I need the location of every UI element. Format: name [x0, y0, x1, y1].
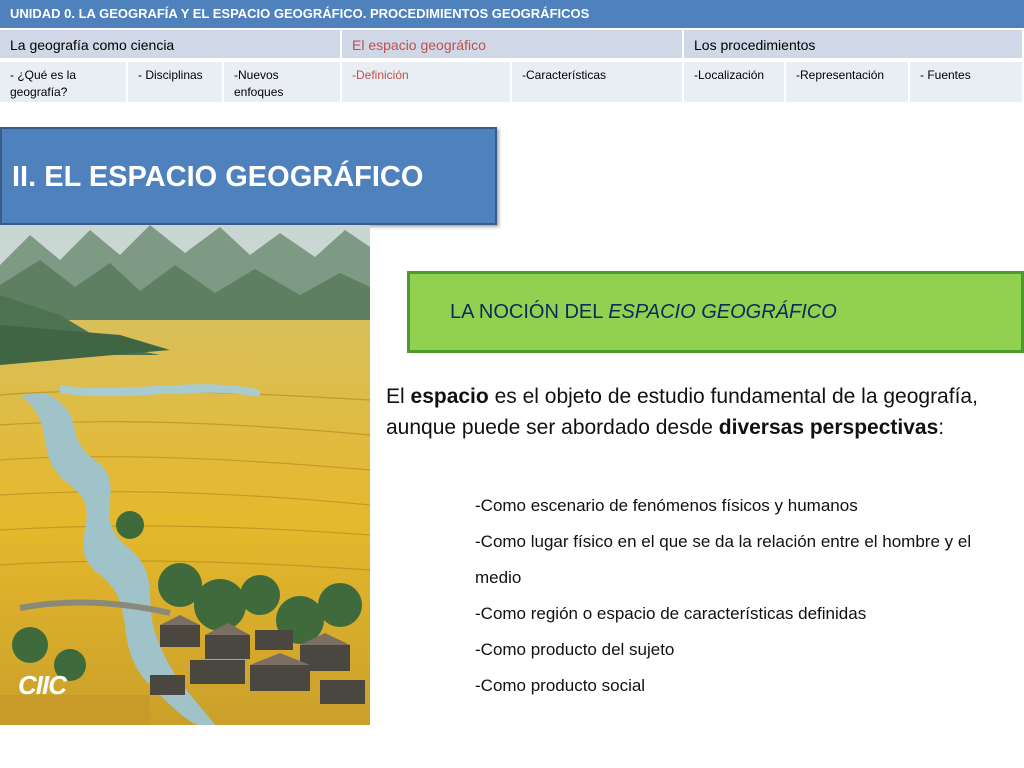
list-item: -Como producto del sujeto [475, 640, 675, 659]
list-item: -Como región o espacio de característica… [475, 604, 867, 623]
perspectives-list: -Como escenario de fenómenos físicos y h… [475, 488, 1005, 704]
list-item: -Como escenario de fenómenos físicos y h… [475, 496, 858, 515]
nav-section-espacio-geografico[interactable]: El espacio geográfico [342, 30, 684, 60]
subtitle-text: LA NOCIÓN DEL [450, 301, 609, 323]
intro-paragraph: El espacio es el objeto de estudio funda… [386, 381, 986, 443]
intro-text-1: El [386, 385, 411, 408]
nav-sub-definicion[interactable]: -Definición [342, 62, 512, 104]
list-item: -Como lugar físico en el que se da la re… [475, 532, 972, 587]
landscape-photo: CIIC [0, 225, 370, 725]
intro-bold-perspectivas: diversas perspectivas [718, 416, 939, 439]
slide-title: II. EL ESPACIO GEOGRÁFICO [0, 127, 497, 225]
nav-sub-fuentes[interactable]: - Fuentes [910, 62, 1024, 104]
nav-sub-representacion[interactable]: -Representación [786, 62, 910, 104]
nav-sub-disciplinas[interactable]: - Disciplinas [128, 62, 224, 104]
section-subtitle-box: LA NOCIÓN DEL ESPACIO GEOGRÁFICO [407, 271, 1024, 353]
nav-sub-nuevos-enfoques[interactable]: -Nuevos enfoques [224, 62, 342, 104]
nav-sub-localizacion[interactable]: -Localización [684, 62, 786, 104]
nav-sub-caracteristicas[interactable]: -Características [512, 62, 684, 104]
nav-sub-que-es-geografia[interactable]: - ¿Qué es la geografía? [0, 62, 128, 104]
nav-section-geografia-ciencia[interactable]: La geografía como ciencia [0, 30, 342, 60]
intro-bold-espacio: espacio [410, 385, 489, 408]
nav-section-procedimientos[interactable]: Los procedimientos [684, 30, 1024, 60]
intro-text-3: : [938, 416, 945, 439]
cctv-logo: CIIC [18, 670, 67, 700]
unit-header: UNIDAD 0. LA GEOGRAFÍA Y EL ESPACIO GEOG… [0, 0, 1024, 28]
list-item: -Como producto social [475, 676, 646, 695]
subtitle-emphasis: ESPACIO GEOGRÁFICO [608, 301, 837, 323]
